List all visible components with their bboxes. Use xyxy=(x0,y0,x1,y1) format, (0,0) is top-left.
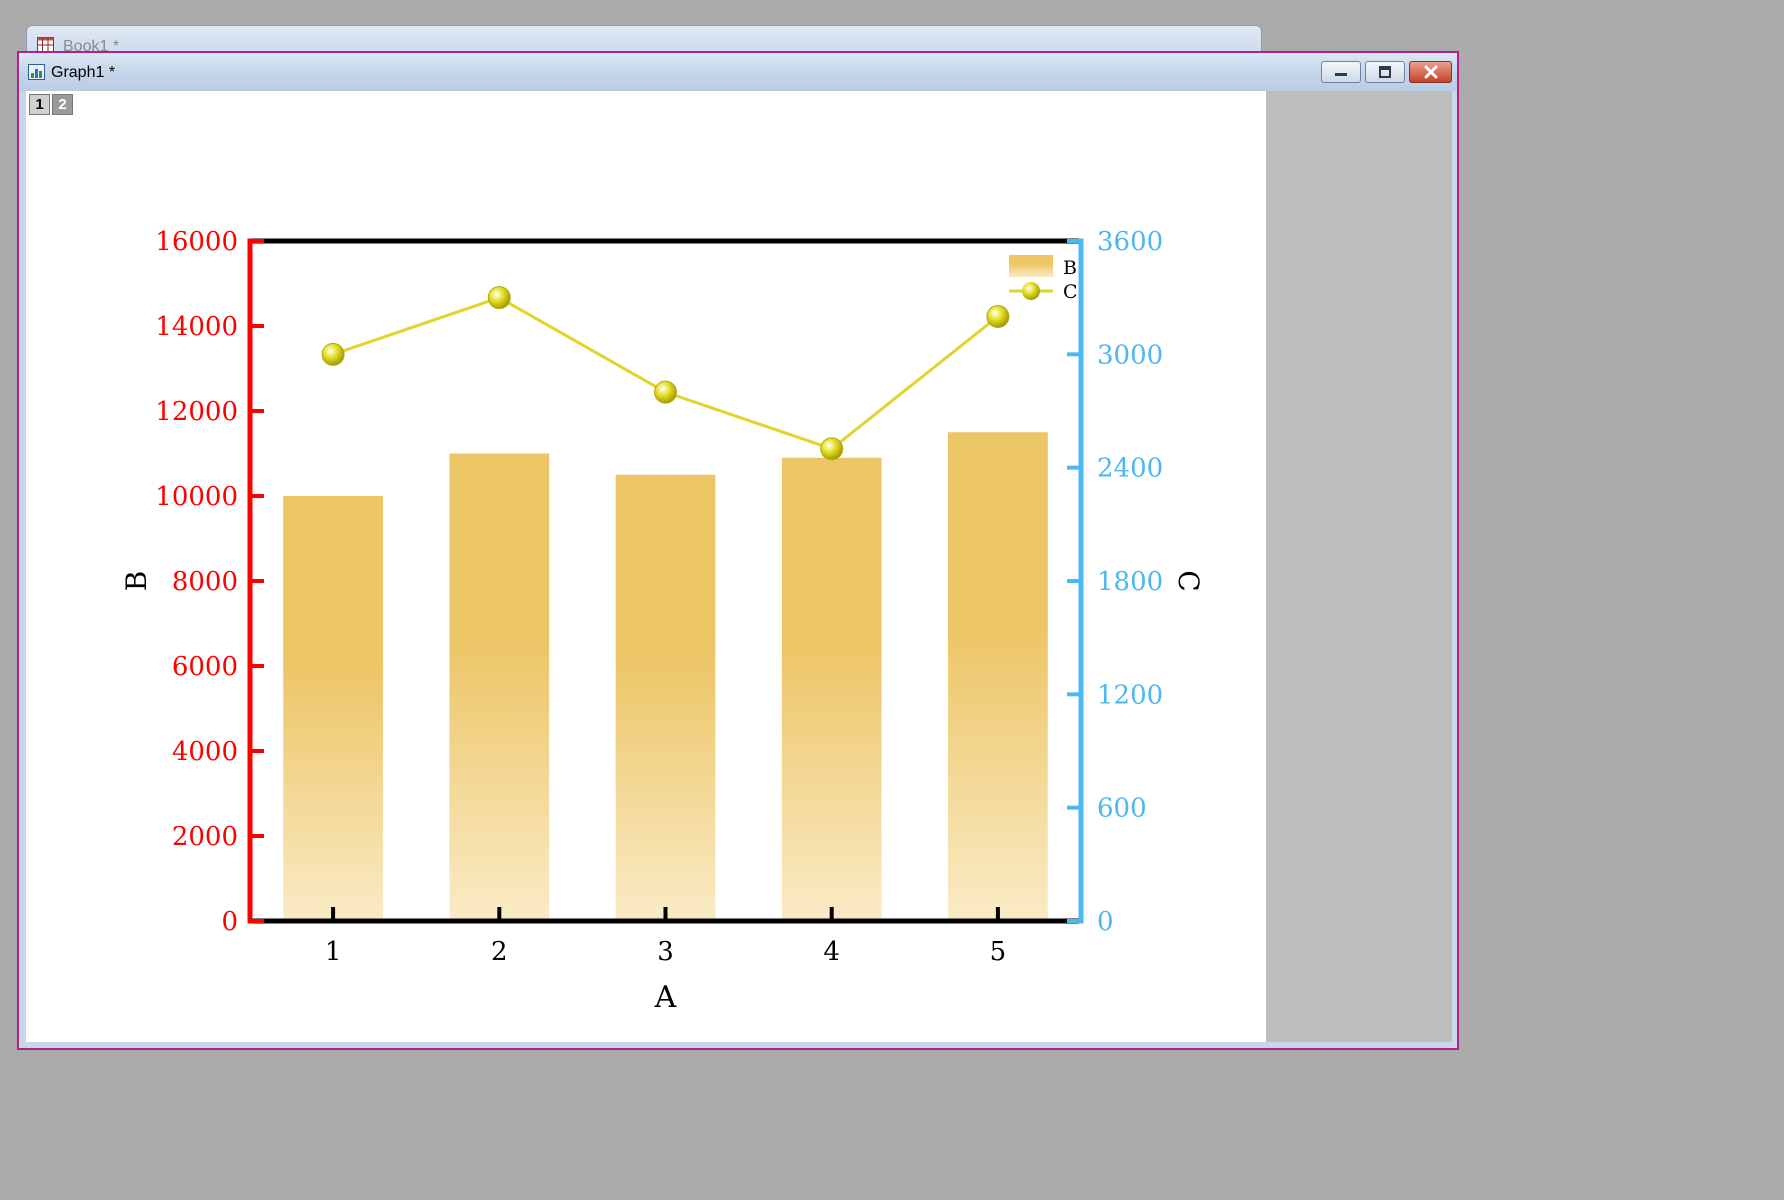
graph-client-area: 1 2 0 2000 4 000 6000 8000 10000 12000 14… xyxy=(26,91,1452,1042)
bar-b-4 xyxy=(781,457,882,921)
bar-b-3 xyxy=(615,474,716,921)
close-button[interactable] xyxy=(1409,61,1452,83)
layer-tab-1[interactable]: 1 xyxy=(29,94,50,115)
graph1-window-title: Graph1 * xyxy=(51,64,116,81)
restore-icon xyxy=(1379,66,1391,78)
graph-page[interactable]: 1 2 0 2000 4 000 6000 8000 10000 12000 14… xyxy=(26,91,1266,1042)
left-y-axis-title: B xyxy=(120,571,153,592)
right-y-axis-title: C xyxy=(1172,570,1205,591)
chart: 0 2000 4000 6000 8000 10000 12000 14000 16000 0 60… xyxy=(120,227,1205,1015)
x-axis-title: A xyxy=(654,980,677,1015)
legend-swatch-b xyxy=(1009,255,1053,277)
point-c-1 xyxy=(321,342,345,366)
x-tick-label: 1 xyxy=(325,937,342,967)
legend-label-c: C xyxy=(1063,281,1078,303)
graph1-window[interactable]: Graph1 * 1 2 0 2000 4000 6000 8000 10000… xyxy=(17,51,1459,1050)
x-tick-label: 5 xyxy=(990,937,1007,967)
point-c-2 xyxy=(487,286,511,310)
left-y-tick-label: 16000 xyxy=(155,227,238,257)
legend-marker-c xyxy=(1022,282,1040,300)
left-y-tick-label: 8000 xyxy=(172,567,238,597)
graph-icon xyxy=(28,64,45,80)
bar-b-2 xyxy=(449,453,550,921)
left-y-tick-label: 6000 xyxy=(172,652,238,682)
line-c xyxy=(332,296,999,451)
right-y-tick-label: 1200 xyxy=(1097,680,1163,710)
right-y-tick-label: 1800 xyxy=(1097,567,1163,597)
right-y-tick-label: 0 xyxy=(1097,907,1114,937)
left-y-tick-label: 0 xyxy=(221,907,238,937)
legend[interactable]: B C xyxy=(1009,255,1078,303)
minimize-icon xyxy=(1335,73,1347,76)
left-y-tick-label: 12000 xyxy=(155,397,238,427)
x-tick-label: 4 xyxy=(823,937,840,967)
graph1-titlebar[interactable]: Graph1 * xyxy=(19,53,1457,91)
point-c-5 xyxy=(986,305,1010,329)
maximize-button[interactable] xyxy=(1365,61,1405,83)
right-y-tick-label: 3000 xyxy=(1097,340,1163,370)
bar-b-5 xyxy=(948,432,1048,921)
layer-tab-2[interactable]: 2 xyxy=(52,94,73,115)
x-tick-label: 3 xyxy=(657,937,674,967)
left-y-tick-label: 10000 xyxy=(155,482,238,512)
bar-b-1 xyxy=(283,496,383,921)
right-y-tick-label: 3600 xyxy=(1097,227,1163,257)
right-y-tick-label: 2400 xyxy=(1097,454,1163,484)
close-icon xyxy=(1424,65,1437,79)
right-y-tick-label: 600 xyxy=(1097,794,1147,824)
left-y-tick-label: 14000 xyxy=(155,312,238,342)
x-tick-label: 2 xyxy=(491,937,508,967)
left-y-tick-label: 4000 xyxy=(172,737,238,767)
workbook-icon xyxy=(37,37,54,52)
point-c-3 xyxy=(654,380,677,404)
left-y-tick-label: 2000 xyxy=(172,822,238,852)
legend-label-b: B xyxy=(1063,257,1077,279)
minimize-button[interactable] xyxy=(1321,61,1361,83)
point-c-4 xyxy=(820,437,844,461)
